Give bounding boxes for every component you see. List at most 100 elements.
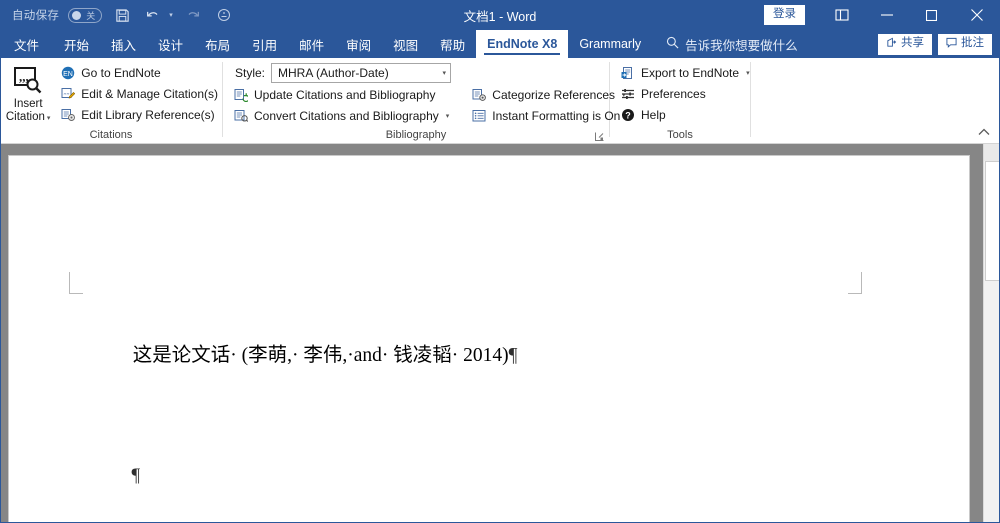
maximize-icon[interactable] (909, 0, 954, 30)
edit-library-references-label: Edit Library Reference(s) (81, 108, 215, 122)
convert-bibliography-icon (233, 108, 249, 124)
pilcrow-mark: ¶ (131, 465, 141, 486)
instant-formatting-icon (471, 108, 487, 124)
title-bar: 自动保存 关 ▾ 文档1 - Word 登录 (0, 0, 1000, 30)
close-icon[interactable] (954, 0, 1000, 30)
tab-file[interactable]: 文件 (0, 30, 53, 58)
undo-dropdown-caret[interactable]: ▾ (169, 11, 173, 19)
bibliography-commands: Update Citations and Bibliography Conver… (229, 84, 453, 126)
citations-group-label: Citations (89, 129, 133, 141)
save-icon[interactable] (111, 4, 133, 26)
share-label: 共享 (901, 37, 924, 50)
edit-library-references-button[interactable]: Edit Library Reference(s) (56, 105, 222, 125)
tools-group-label: Tools (667, 129, 693, 141)
instant-formatting-label: Instant Formatting is On (492, 109, 621, 123)
ribbon-display-options-icon[interactable] (819, 0, 864, 30)
customize-quick-access-icon[interactable] (213, 4, 235, 26)
categorize-references-label: Categorize References (492, 88, 616, 102)
edit-library-icon (60, 107, 76, 123)
collapse-ribbon-icon[interactable] (978, 127, 990, 139)
ribbon-group-bibliography: Style: MHRA (Author-Date) ▾ Update Citat… (223, 58, 631, 144)
export-to-endnote-button[interactable]: Export to EndNote ▾ (616, 63, 754, 83)
export-to-endnote-label: Export to EndNote (641, 66, 740, 80)
signin-button[interactable]: 登录 (764, 5, 805, 25)
insert-citation-label-line1: Insert (13, 98, 43, 110)
style-select[interactable]: MHRA (Author-Date) ▾ (271, 63, 452, 83)
preferences-icon (620, 86, 636, 102)
preferences-button[interactable]: Preferences (616, 84, 754, 104)
convert-dropdown-caret[interactable]: ▾ (446, 112, 450, 120)
share-button[interactable]: 共享 (878, 33, 932, 55)
minimize-icon[interactable] (864, 0, 909, 30)
export-to-endnote-icon (620, 65, 636, 81)
ribbon-group-tools: Export to EndNote ▾ Preferences ? Help T… (610, 58, 750, 144)
scrollbar-thumb[interactable] (985, 161, 1000, 281)
style-row: Style: MHRA (Author-Date) ▾ (229, 62, 455, 84)
word-window: 自动保存 关 ▾ 文档1 - Word 登录 文件 开始 插入 设计 布局 引用… (0, 0, 1000, 523)
edit-manage-citations-label: Edit & Manage Citation(s) (81, 87, 218, 101)
autosave-toggle[interactable]: 关 (68, 7, 103, 23)
window-controls: 登录 (764, 0, 1000, 30)
preferences-label: Preferences (641, 87, 706, 101)
tab-endnote-x8[interactable]: EndNote X8 (476, 30, 569, 58)
dialog-launcher-icon[interactable] (594, 132, 605, 143)
paragraph-empty-1[interactable]: ¶ (84, 416, 859, 523)
comments-label: 批注 (961, 37, 984, 50)
bibliography-group-label: Bibliography (385, 129, 447, 141)
tab-view[interactable]: 视图 (382, 30, 429, 58)
svg-text:EN: EN (63, 71, 73, 78)
tab-insert[interactable]: 插入 (100, 30, 147, 58)
ribbon-endnote: ,, ,, Insert Citation ▾ EN Go to EndNote… (0, 58, 1000, 144)
categorize-references-icon (471, 87, 487, 103)
ribbon-group-citations: ,, ,, Insert Citation ▾ EN Go to EndNote… (0, 58, 222, 144)
insert-citation-dropdown-caret[interactable]: ▾ (47, 115, 51, 122)
tab-references[interactable]: 引用 (241, 30, 288, 58)
pilcrow-mark: ¶ (508, 345, 518, 366)
edit-citation-icon: ,,,, (60, 86, 76, 102)
search-icon (666, 36, 679, 52)
ribbon-right-actions: 共享 批注 (878, 30, 992, 58)
svg-text:,,,,: ,,,, (64, 90, 71, 96)
update-citations-bibliography-label: Update Citations and Bibliography (254, 88, 436, 102)
export-dropdown-caret[interactable]: ▾ (746, 69, 750, 77)
edit-manage-citations-button[interactable]: ,,,, Edit & Manage Citation(s) (56, 84, 222, 104)
quick-access-toolbar: 自动保存 关 ▾ (0, 0, 235, 30)
chevron-down-icon: ▾ (442, 70, 447, 77)
autosave-state-label: 关 (86, 10, 96, 21)
undo-icon[interactable] (142, 4, 164, 26)
run-text: 这是论文话· (李萌,· 李伟,·and· 钱凌韬· 2014) (132, 345, 509, 366)
comment-icon (946, 37, 957, 52)
tab-mailings[interactable]: 邮件 (288, 30, 335, 58)
autosave-label: 自动保存 (12, 10, 60, 22)
document-page[interactable]: 这是论文话· (李萌,· 李伟,·and· 钱凌韬· 2014)¶ ¶ 李萌,·… (9, 156, 969, 523)
tab-grammarly[interactable]: Grammarly (568, 30, 652, 58)
vertical-scrollbar[interactable] (983, 144, 1000, 523)
document-canvas: 这是论文话· (李萌,· 李伟,·and· 钱凌韬· 2014)¶ ¶ 李萌,·… (0, 144, 1000, 523)
go-to-endnote-label: Go to EndNote (81, 66, 161, 80)
tell-me-search[interactable]: 告诉我你想要做什么 (652, 30, 798, 58)
update-citations-bibliography-button[interactable]: Update Citations and Bibliography (229, 85, 453, 105)
document-text[interactable]: 这是论文话· (李萌,· 李伟,·and· 钱凌韬· 2014)¶ ¶ 李萌,·… (84, 296, 859, 523)
insert-citation-button[interactable]: ,, ,, Insert Citation ▾ (0, 62, 56, 125)
tools-commands: Export to EndNote ▾ Preferences ? Help (610, 62, 754, 125)
comments-button[interactable]: 批注 (938, 33, 992, 55)
convert-citations-bibliography-button[interactable]: Convert Citations and Bibliography ▾ (229, 106, 453, 126)
svg-text:?: ? (625, 110, 631, 120)
tab-review[interactable]: 审阅 (335, 30, 382, 58)
style-label: Style: (235, 66, 266, 80)
paragraph-body-sentence[interactable]: 这是论文话· (李萌,· 李伟,·and· 钱凌韬· 2014)¶ (84, 296, 859, 416)
endnote-icon: EN (60, 65, 76, 81)
autosave-toggle-knob (72, 10, 82, 20)
tab-home[interactable]: 开始 (53, 30, 100, 58)
go-to-endnote-button[interactable]: EN Go to EndNote (56, 63, 222, 83)
style-select-value: MHRA (Author-Date) (278, 66, 389, 80)
tab-design[interactable]: 设计 (147, 30, 194, 58)
help-button[interactable]: ? Help (616, 105, 754, 125)
tell-me-placeholder: 告诉我你想要做什么 (685, 38, 798, 53)
share-icon (886, 37, 897, 52)
tab-help[interactable]: 帮助 (429, 30, 476, 58)
tab-layout[interactable]: 布局 (194, 30, 241, 58)
scrollbar-track-top (984, 144, 1000, 161)
insert-citation-label-line2: Citation (5, 111, 45, 123)
margin-mark-top-left (69, 272, 83, 294)
